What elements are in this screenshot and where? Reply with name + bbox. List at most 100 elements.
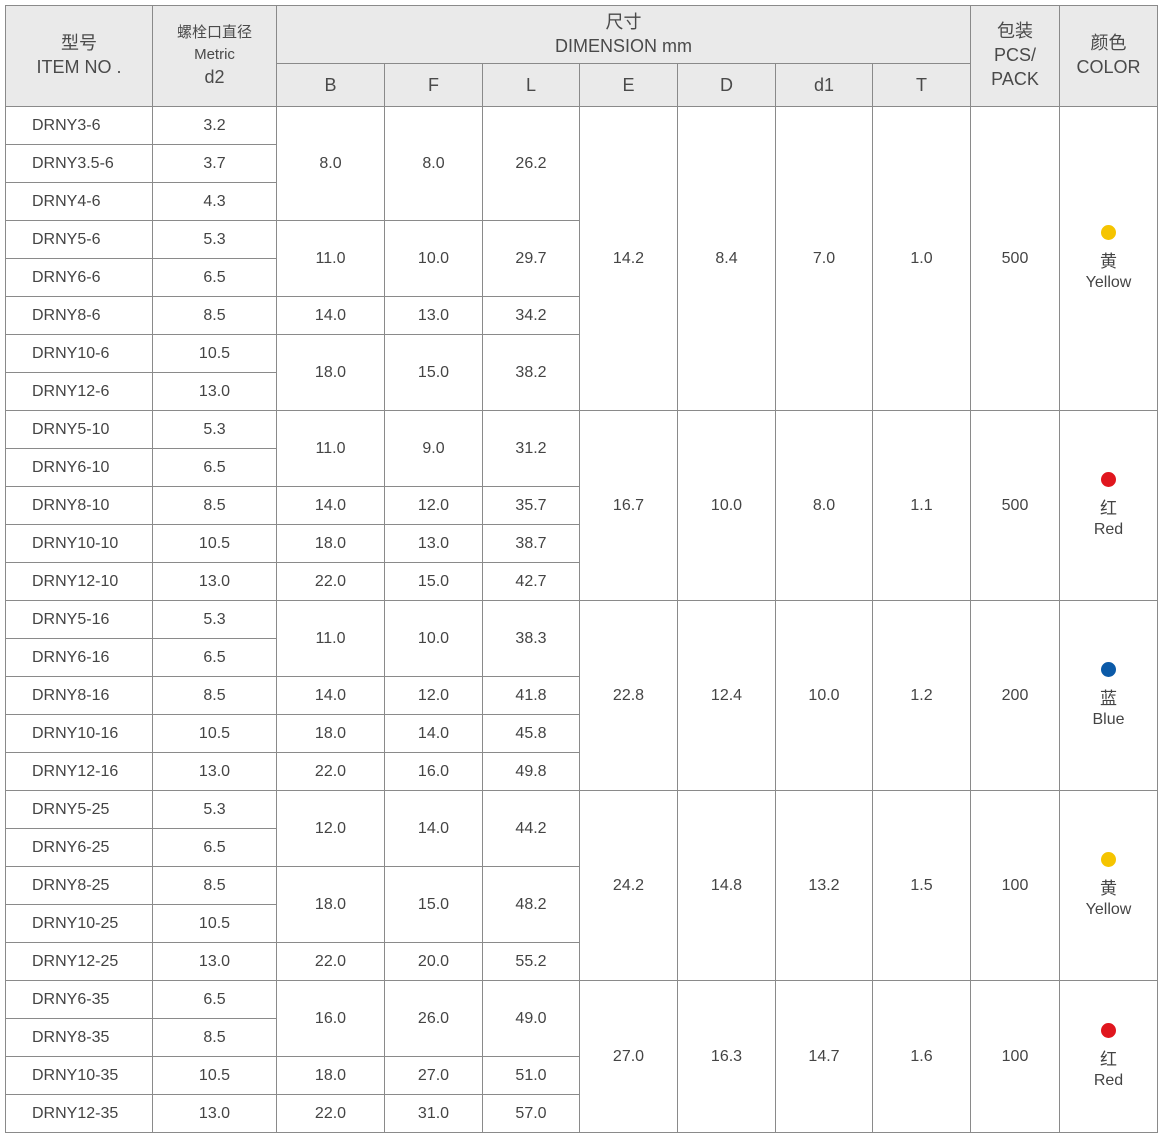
color-dot-icon	[1101, 224, 1116, 240]
cell-color: 红 Red	[1059, 410, 1158, 601]
cell-item-no: DRNY8-25	[5, 866, 153, 905]
cell-l: 55.2	[482, 942, 580, 981]
cell-d2: 10.5	[152, 334, 277, 373]
cell-l: 49.8	[482, 752, 580, 791]
table-row: DRNY5-25 5.3 12.0 14.0 44.2 24.2 14.8 13.2 1.5 10…	[5, 790, 1158, 981]
cell-d2: 4.3	[152, 182, 277, 221]
cell-l: 57.0	[482, 1094, 580, 1133]
cell-e: 22.8	[579, 600, 678, 791]
cell-e: 24.2	[579, 790, 678, 981]
cell-color: 红 Red	[1059, 980, 1158, 1133]
cell-b: 8.0	[276, 106, 385, 221]
cell-d2: 6.5	[152, 258, 277, 297]
cell-t: 1.2	[872, 600, 971, 791]
cell-b: 18.0	[276, 1056, 385, 1095]
cell-b: 16.0	[276, 980, 385, 1057]
cell-l: 38.7	[482, 524, 580, 563]
cell-d2: 13.0	[152, 372, 277, 411]
cell-f: 20.0	[384, 942, 483, 981]
cell-b: 11.0	[276, 410, 385, 487]
cell-b: 12.0	[276, 790, 385, 867]
cell-item-no: DRNY10-10	[5, 524, 153, 563]
cell-item-no: DRNY12-10	[5, 562, 153, 601]
cell-f: 15.0	[384, 334, 483, 411]
cell-b: 14.0	[276, 296, 385, 335]
cell-e: 16.7	[579, 410, 678, 601]
cell-f: 9.0	[384, 410, 483, 487]
cell-b: 18.0	[276, 334, 385, 411]
color-dot-icon	[1101, 471, 1116, 487]
cell-item-no: DRNY10-6	[5, 334, 153, 373]
cell-item-no: DRNY5-10	[5, 410, 153, 449]
cell-item-no: DRNY8-10	[5, 486, 153, 525]
cell-d1: 14.7	[775, 980, 873, 1133]
cell-item-no: DRNY10-35	[5, 1056, 153, 1095]
cell-d: 10.0	[677, 410, 776, 601]
cell-d2: 3.2	[152, 106, 277, 145]
cell-d2: 8.5	[152, 486, 277, 525]
header-d2-cn: 螺栓口直径	[176, 24, 252, 41]
color-name-en: Red	[1093, 520, 1124, 538]
cell-d1: 13.2	[775, 790, 873, 981]
cell-f: 8.0	[384, 106, 483, 221]
cell-d2: 10.5	[152, 904, 277, 943]
color-dot-icon	[1101, 1022, 1116, 1038]
header-col-f: F	[384, 63, 483, 107]
header-color-en: COLOR	[1076, 57, 1141, 77]
cell-color: 蓝 Blue	[1059, 600, 1158, 791]
header-col-d1: d1	[775, 63, 873, 107]
cell-item-no: DRNY6-6	[5, 258, 153, 297]
cell-pack: 500	[970, 410, 1060, 601]
cell-item-no: DRNY8-35	[5, 1018, 153, 1057]
color-name-cn: 蓝	[1100, 688, 1117, 708]
cell-item-no: DRNY3.5-6	[5, 144, 153, 183]
cell-b: 14.0	[276, 486, 385, 525]
cell-item-no: DRNY12-16	[5, 752, 153, 791]
color-name-en: Blue	[1092, 710, 1125, 728]
cell-d: 8.4	[677, 106, 776, 411]
cell-pack: 100	[970, 790, 1060, 981]
cell-d2: 13.0	[152, 1094, 277, 1133]
cell-l: 48.2	[482, 866, 580, 943]
cell-f: 26.0	[384, 980, 483, 1057]
cell-item-no: DRNY6-10	[5, 448, 153, 487]
cell-d2: 3.7	[152, 144, 277, 183]
cell-b: 18.0	[276, 866, 385, 943]
cell-b: 22.0	[276, 942, 385, 981]
cell-b: 22.0	[276, 1094, 385, 1133]
table-row: DRNY6-35 6.5 16.0 26.0 49.0 27.0 16.3 14.7 1.6 10…	[5, 980, 1158, 1133]
table-row: DRNY3-6 3.2 8.0 8.0 26.2 14.2 8.4 7.0 1.0 500 黄 Yel…	[5, 106, 1158, 411]
table-body: DRNY3-6 3.2 8.0 8.0 26.2 14.2 8.4 7.0 1.0 500 黄 Yel…	[5, 106, 1158, 1133]
cell-f: 15.0	[384, 562, 483, 601]
header-color-cn: 颜色	[1090, 33, 1127, 53]
cell-b: 11.0	[276, 600, 385, 677]
header-col-e: E	[579, 63, 678, 107]
cell-b: 22.0	[276, 562, 385, 601]
cell-l: 29.7	[482, 220, 580, 297]
cell-d2: 13.0	[152, 942, 277, 981]
cell-d2: 5.3	[152, 220, 277, 259]
color-name-en: Yellow	[1085, 273, 1132, 291]
cell-l: 42.7	[482, 562, 580, 601]
header-pack-en-2: PACK	[991, 69, 1039, 89]
cell-l: 38.3	[482, 600, 580, 677]
cell-l: 26.2	[482, 106, 580, 221]
cell-item-no: DRNY6-25	[5, 828, 153, 867]
header-pack-en-1: PCS/	[993, 45, 1036, 65]
cell-d: 16.3	[677, 980, 776, 1133]
table-row: DRNY5-10 5.3 11.0 9.0 31.2 16.7 10.0 8.0 1.1 500 红…	[5, 410, 1158, 601]
cell-item-no: DRNY5-25	[5, 790, 153, 829]
header-col-d: D	[677, 63, 776, 107]
cell-e: 27.0	[579, 980, 678, 1133]
cell-f: 15.0	[384, 866, 483, 943]
header-col-b: B	[276, 63, 385, 107]
header-color: 颜色 COLOR	[1059, 5, 1158, 107]
color-name-cn: 红	[1100, 1049, 1117, 1069]
cell-d2: 8.5	[152, 296, 277, 335]
header-dimension: 尺寸 DIMENSION mm	[276, 5, 971, 64]
cell-b: 18.0	[276, 714, 385, 753]
cell-item-no: DRNY12-25	[5, 942, 153, 981]
header-dimension-en: DIMENSION mm	[555, 35, 692, 56]
cell-l: 51.0	[482, 1056, 580, 1095]
table-row: DRNY5-16 5.3 11.0 10.0 38.3 22.8 12.4 10.0 1.2 20…	[5, 600, 1158, 791]
